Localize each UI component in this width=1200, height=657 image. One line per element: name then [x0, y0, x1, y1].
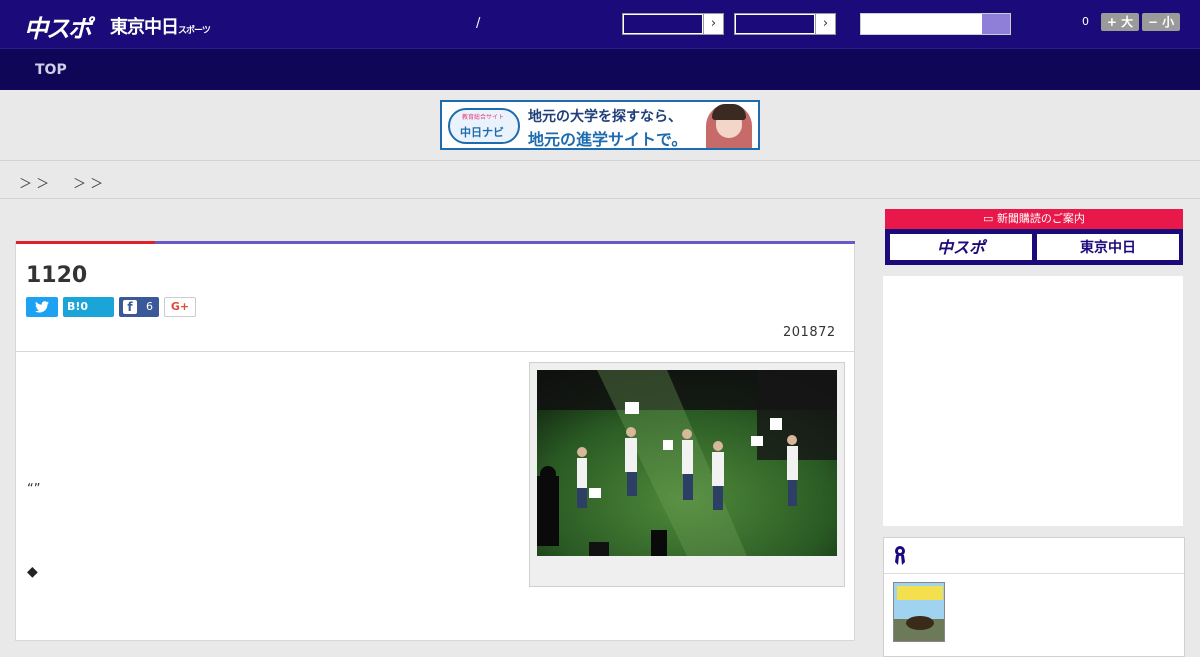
section-select-2[interactable]: ›: [734, 13, 836, 35]
subscription-label: ▭ 新聞購読のご案内: [885, 209, 1183, 229]
banner-person-image: [706, 104, 752, 148]
chevron-right-icon[interactable]: ›: [815, 14, 835, 34]
article-title: 1120: [26, 263, 88, 288]
ranking-card-header: [884, 538, 1184, 574]
logo-sub-small: スポーツ: [178, 26, 211, 36]
font-smaller-button[interactable]: − 小: [1142, 13, 1180, 31]
article-photo[interactable]: [537, 370, 837, 556]
subscribe-tokyo-chunichi-button[interactable]: 東京中日: [1036, 233, 1180, 261]
newspaper-icon: ▭: [983, 212, 997, 225]
article-date: 201872: [783, 325, 836, 340]
twitter-share-button[interactable]: [26, 297, 58, 317]
select-value: [623, 14, 703, 34]
section-select-1[interactable]: ›: [622, 13, 724, 35]
subscription-box[interactable]: ▭ 新聞購読のご案内 中スポ 東京中日: [885, 209, 1183, 265]
hatena-count: 0: [80, 300, 89, 313]
twitter-icon: [35, 301, 49, 313]
breadcrumb-separator: ＞ ＞: [19, 177, 50, 192]
select-value: [735, 14, 815, 34]
article-photo-frame: [529, 362, 845, 587]
banner-line1: 地元の大学を探すなら、: [528, 109, 682, 125]
banner-badge: 教育総合サイト 中日ナビ: [448, 108, 520, 144]
facebook-icon: f: [123, 300, 137, 314]
article-accent-red: [16, 241, 155, 244]
main-nav: TOP: [0, 48, 1200, 90]
subscription-text: 新聞購読のご案内: [996, 212, 1085, 225]
facebook-count: 6: [146, 300, 153, 313]
facebook-share-button[interactable]: f 6: [119, 297, 159, 317]
stadium-photo-image: [537, 370, 837, 556]
subscribe-chuspo-button[interactable]: 中スポ: [889, 233, 1033, 261]
font-larger-button[interactable]: + 大: [1101, 13, 1139, 31]
search-input[interactable]: [860, 13, 1011, 35]
ribbon-icon: [895, 546, 905, 565]
search-button[interactable]: [982, 14, 1010, 34]
article-accent-purple: [155, 241, 855, 244]
hatena-icon: B!: [67, 300, 81, 313]
ranking-thumbnail[interactable]: [893, 582, 945, 642]
logo-sub-text: 東京中日: [110, 17, 179, 38]
banner-line2: 地元の進学サイトで。: [528, 130, 688, 149]
breadcrumb: ＞ ＞ ＞ ＞: [0, 160, 1200, 199]
notification-count: 0: [1082, 15, 1089, 28]
chevron-right-icon[interactable]: ›: [703, 14, 723, 34]
site-logo[interactable]: 中スポ: [24, 9, 92, 44]
site-logo-sub[interactable]: 東京中日スポーツ: [110, 13, 211, 39]
article-quote: “”: [27, 482, 41, 497]
google-plus-button[interactable]: G+: [164, 297, 196, 317]
banner-badge-text: 中日ナビ: [460, 126, 504, 139]
breadcrumb-separator: ＞ ＞: [73, 177, 104, 192]
banner-badge-label: 教育総合サイト: [462, 114, 505, 121]
hatena-bookmark-button[interactable]: B!0: [63, 297, 114, 317]
sidebar-ad-slot: [883, 276, 1183, 526]
divider: [16, 351, 854, 352]
ranking-card: [883, 537, 1185, 657]
nav-item-top[interactable]: TOP: [35, 62, 67, 78]
banner-ad[interactable]: 教育総合サイト 中日ナビ 地元の大学を探すなら、 地元の進学サイトで。: [440, 100, 760, 150]
article-card: 1120 B!0 f 6 G+ 201872 “” ◆: [15, 241, 855, 641]
site-header: 中スポ 東京中日スポーツ / › › 0 + 大 − 小: [0, 0, 1200, 48]
header-separator: /: [476, 16, 481, 31]
article-diamond: ◆: [27, 564, 38, 580]
thumbnail-image: [894, 583, 944, 641]
